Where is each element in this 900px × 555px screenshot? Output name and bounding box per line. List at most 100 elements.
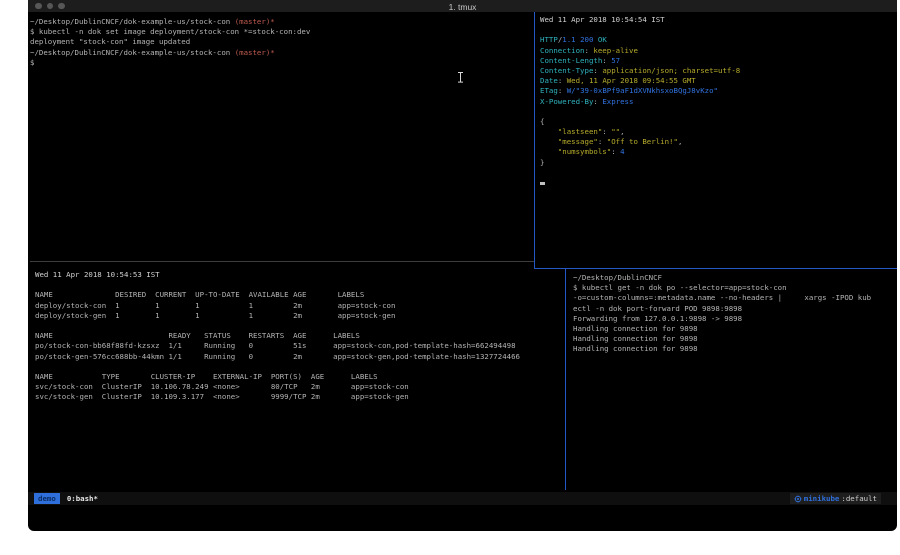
text-segment: application/json; charset=utf-8	[602, 66, 740, 75]
text-segment: NAME TYPE CLUSTER-IP EXTERNAL-IP PORT(S)…	[35, 372, 378, 381]
text-segment: "message"	[540, 137, 598, 146]
terminal-line: Wed 11 Apr 2018 10:54:53 IST	[35, 270, 572, 280]
pane-shell-top-left[interactable]: ~/Desktop/DublinCNCF/dok-example-us/stoc…	[28, 12, 536, 264]
terminal-line: {	[540, 117, 897, 127]
text-segment: HTTP	[540, 35, 558, 44]
text-segment: (master)*	[235, 17, 275, 26]
text-segment: Content-Length	[540, 56, 602, 65]
text-segment: :	[558, 76, 567, 85]
terminal-line	[35, 321, 572, 331]
terminal-line	[540, 178, 897, 188]
terminal-line: NAME TYPE CLUSTER-IP EXTERNAL-IP PORT(S)…	[35, 372, 572, 382]
window-title: 1. tmux	[28, 2, 897, 12]
text-segment: Forwarding from 127.0.0.1:9898 -> 9898	[573, 314, 742, 323]
terminal-line: X-Powered-By: Express	[540, 97, 897, 107]
text-segment: ~/Desktop/DublinCNCF/dok-example-us/stoc…	[30, 17, 235, 26]
pane-kubectl-watch-bottom-left[interactable]: Wed 11 Apr 2018 10:54:53 IST NAME DESIRE…	[28, 264, 572, 496]
window-tab-bash[interactable]: 0:bash*	[67, 494, 98, 503]
terminal-line: }	[540, 158, 897, 168]
page-background: 1. tmux ~/Desktop/DublinCNCF/dok-example…	[0, 0, 900, 555]
terminal-line: "lastseen": "",	[540, 127, 897, 137]
text-segment: ,	[678, 137, 682, 146]
text-segment: Handling connection for 9898	[573, 344, 698, 353]
text-segment: Wed, 11 Apr 2018 09:54:55 GMT	[567, 76, 696, 85]
terminal-window: 1. tmux ~/Desktop/DublinCNCF/dok-example…	[28, 0, 897, 531]
text-segment: Connection	[540, 46, 585, 55]
text-segment: :	[602, 127, 611, 136]
terminal-line: Forwarding from 127.0.0.1:9898 -> 9898	[573, 314, 897, 324]
text-segment: Date	[540, 76, 558, 85]
terminal-line: NAME DESIRED CURRENT UP-TO-DATE AVAILABL…	[35, 290, 572, 300]
pane-http-response-top-right[interactable]: Wed 11 Apr 2018 10:54:54 IST HTTP/1.1 20…	[540, 12, 897, 270]
terminal-line	[35, 280, 572, 290]
terminal-line: Wed 11 Apr 2018 10:54:54 IST	[540, 15, 897, 25]
kube-namespace: :default	[841, 494, 877, 503]
terminal-line: ~/Desktop/DublinCNCF	[573, 273, 897, 283]
text-segment: Content-Type	[540, 66, 593, 75]
text-segment: Handling connection for 9898	[573, 324, 698, 333]
terminal-line: deploy/stock-gen 1 1 1 1 2m app=stock-ge…	[35, 311, 572, 321]
text-segment: deployment "stock-con" image updated	[30, 37, 190, 46]
text-segment: keep-alive	[593, 46, 638, 55]
terminal-line: Connection: keep-alive	[540, 46, 897, 56]
text-segment: X-Powered-By	[540, 97, 593, 106]
terminal-line: ~/Desktop/DublinCNCF/dok-example-us/stoc…	[30, 17, 536, 27]
terminal-line	[540, 107, 897, 117]
text-segment: :	[611, 147, 620, 156]
terminal-line: Handling connection for 9898	[573, 324, 897, 334]
terminal-line	[35, 362, 572, 372]
text-segment: :	[598, 137, 607, 146]
text-segment: 57	[611, 56, 620, 65]
text-segment: po/stock-con-bb68f88fd-kzsxz 1/1 Running…	[35, 341, 516, 350]
terminal-line: $	[30, 58, 536, 68]
terminal-line: po/stock-gen-576cc688bb-44kmn 1/1 Runnin…	[35, 352, 572, 362]
pane-border-vertical-bottom[interactable]	[565, 268, 566, 490]
text-segment: ~/Desktop/DublinCNCF/dok-example-us/stoc…	[30, 48, 235, 57]
text-segment: OK	[598, 35, 607, 44]
terminal-line: svc/stock-gen ClusterIP 10.109.3.177 <no…	[35, 392, 572, 402]
text-segment: 4	[620, 147, 624, 156]
text-segment: W/"39-0xBPf9aF1dXVNkhsxoBQgJ8vKzo"	[567, 86, 718, 95]
text-segment: :	[558, 86, 567, 95]
terminal-line: Content-Length: 57	[540, 56, 897, 66]
text-segment: Express	[602, 97, 633, 106]
terminal-line: Handling connection for 9898	[573, 334, 897, 344]
terminal-line: NAME READY STATUS RESTARTS AGE LABELS	[35, 331, 572, 341]
text-segment: ,	[620, 127, 624, 136]
status-right: minikube :default	[790, 493, 881, 504]
terminal-line: "numsymbols": 4	[540, 147, 897, 157]
terminal-line: po/stock-con-bb68f88fd-kzsxz 1/1 Running…	[35, 341, 572, 351]
terminal-line: deploy/stock-con 1 1 1 1 2m app=stock-co…	[35, 301, 572, 311]
terminal-line: deployment "stock-con" image updated	[30, 37, 536, 47]
text-segment: 1.1 200	[562, 35, 593, 44]
text-segment: svc/stock-gen ClusterIP 10.109.3.177 <no…	[35, 392, 409, 401]
text-segment: deploy/stock-con 1 1 1 1 2m app=stock-co…	[35, 301, 395, 310]
text-segment: :	[602, 56, 611, 65]
text-segment: $ kubectl -n dok set image deployment/st…	[30, 27, 310, 36]
text-segment: "numsymbols"	[540, 147, 611, 156]
terminal-line: ETag: W/"39-0xBPf9aF1dXVNkhsxoBQgJ8vKzo"	[540, 86, 897, 96]
text-segment: "lastseen"	[540, 127, 602, 136]
terminal-line: -o=custom-columns=:metadata.name --no-he…	[573, 293, 897, 303]
text-segment: Handling connection for 9898	[573, 334, 698, 343]
text-segment: ""	[611, 127, 620, 136]
terminal-line: Date: Wed, 11 Apr 2018 09:54:55 GMT	[540, 76, 897, 86]
text-segment: ectl -n dok port-forward POD 9898:9898	[573, 304, 742, 313]
text-segment: (master)*	[235, 48, 275, 57]
text-segment: -o=custom-columns=:metadata.name --no-he…	[573, 293, 871, 302]
text-segment: svc/stock-con ClusterIP 10.106.78.249 <n…	[35, 382, 409, 391]
text-segment: ETag	[540, 86, 558, 95]
pane-port-forward-bottom-right[interactable]: ~/Desktop/DublinCNCF$ kubectl get -n dok…	[569, 269, 897, 494]
session-name-badge: demo	[34, 493, 60, 504]
terminal-line: $ kubectl -n dok set image deployment/st…	[30, 27, 536, 37]
text-segment: NAME READY STATUS RESTARTS AGE LABELS	[35, 331, 360, 340]
pane-border-horizontal-right[interactable]	[534, 268, 897, 269]
text-segment: {	[540, 117, 544, 126]
terminal-line: "message": "Off to Berlin!",	[540, 137, 897, 147]
pane-border-vertical-top[interactable]	[534, 12, 535, 269]
text-segment: }	[540, 158, 544, 167]
terminal-line	[540, 25, 897, 35]
pane-border-horizontal-left[interactable]	[30, 261, 534, 262]
text-segment: $ kubectl get -n dok po --selector=app=s…	[573, 283, 787, 292]
text-segment: ~/Desktop/DublinCNCF	[573, 273, 662, 282]
